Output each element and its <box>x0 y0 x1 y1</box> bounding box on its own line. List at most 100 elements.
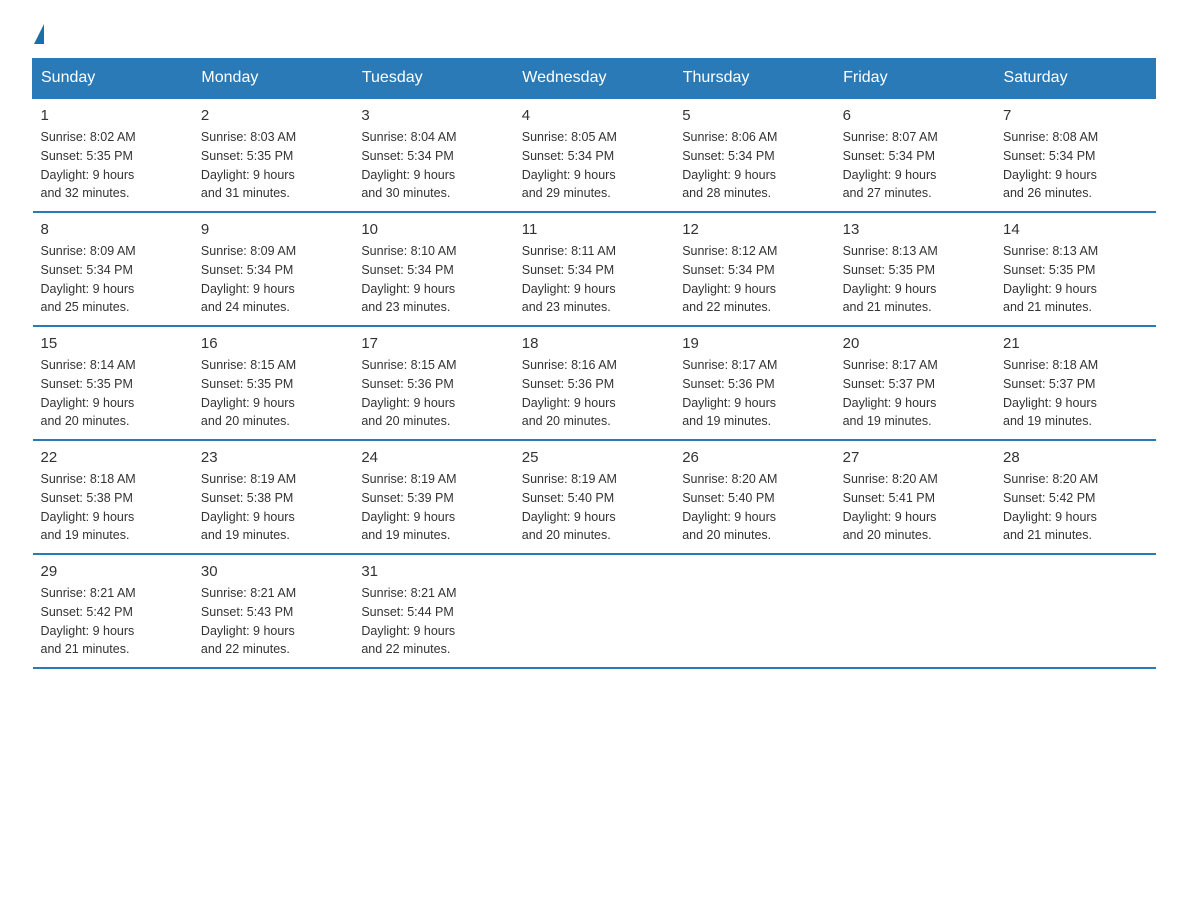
calendar-cell: 31 Sunrise: 8:21 AM Sunset: 5:44 PM Dayl… <box>353 554 513 668</box>
day-info: Sunrise: 8:20 AM Sunset: 5:42 PM Dayligh… <box>1003 470 1147 545</box>
day-number: 28 <box>1003 449 1147 466</box>
column-header-sunday: Sunday <box>33 59 193 99</box>
day-number: 5 <box>682 107 826 124</box>
day-info: Sunrise: 8:17 AM Sunset: 5:36 PM Dayligh… <box>682 356 826 431</box>
calendar-cell: 14 Sunrise: 8:13 AM Sunset: 5:35 PM Dayl… <box>995 212 1155 326</box>
day-info: Sunrise: 8:13 AM Sunset: 5:35 PM Dayligh… <box>843 242 987 317</box>
page-header <box>32 24 1156 40</box>
day-info: Sunrise: 8:08 AM Sunset: 5:34 PM Dayligh… <box>1003 128 1147 203</box>
column-header-tuesday: Tuesday <box>353 59 513 99</box>
day-info: Sunrise: 8:02 AM Sunset: 5:35 PM Dayligh… <box>41 128 185 203</box>
calendar-cell: 9 Sunrise: 8:09 AM Sunset: 5:34 PM Dayli… <box>193 212 353 326</box>
calendar-cell <box>995 554 1155 668</box>
day-number: 12 <box>682 221 826 238</box>
calendar-cell <box>835 554 995 668</box>
day-number: 24 <box>361 449 505 466</box>
calendar-cell: 28 Sunrise: 8:20 AM Sunset: 5:42 PM Dayl… <box>995 440 1155 554</box>
calendar-week-row: 15 Sunrise: 8:14 AM Sunset: 5:35 PM Dayl… <box>33 326 1156 440</box>
day-number: 22 <box>41 449 185 466</box>
column-header-saturday: Saturday <box>995 59 1155 99</box>
day-info: Sunrise: 8:09 AM Sunset: 5:34 PM Dayligh… <box>201 242 345 317</box>
calendar-cell: 25 Sunrise: 8:19 AM Sunset: 5:40 PM Dayl… <box>514 440 674 554</box>
calendar-table: SundayMondayTuesdayWednesdayThursdayFrid… <box>32 58 1156 669</box>
day-info: Sunrise: 8:11 AM Sunset: 5:34 PM Dayligh… <box>522 242 666 317</box>
calendar-cell: 18 Sunrise: 8:16 AM Sunset: 5:36 PM Dayl… <box>514 326 674 440</box>
calendar-cell <box>514 554 674 668</box>
calendar-cell: 7 Sunrise: 8:08 AM Sunset: 5:34 PM Dayli… <box>995 98 1155 212</box>
day-number: 23 <box>201 449 345 466</box>
calendar-week-row: 29 Sunrise: 8:21 AM Sunset: 5:42 PM Dayl… <box>33 554 1156 668</box>
day-info: Sunrise: 8:21 AM Sunset: 5:42 PM Dayligh… <box>41 584 185 659</box>
day-number: 3 <box>361 107 505 124</box>
calendar-cell: 24 Sunrise: 8:19 AM Sunset: 5:39 PM Dayl… <box>353 440 513 554</box>
day-number: 11 <box>522 221 666 238</box>
calendar-week-row: 1 Sunrise: 8:02 AM Sunset: 5:35 PM Dayli… <box>33 98 1156 212</box>
day-number: 25 <box>522 449 666 466</box>
day-info: Sunrise: 8:07 AM Sunset: 5:34 PM Dayligh… <box>843 128 987 203</box>
calendar-cell: 5 Sunrise: 8:06 AM Sunset: 5:34 PM Dayli… <box>674 98 834 212</box>
calendar-cell: 13 Sunrise: 8:13 AM Sunset: 5:35 PM Dayl… <box>835 212 995 326</box>
day-number: 8 <box>41 221 185 238</box>
day-info: Sunrise: 8:14 AM Sunset: 5:35 PM Dayligh… <box>41 356 185 431</box>
day-info: Sunrise: 8:19 AM Sunset: 5:38 PM Dayligh… <box>201 470 345 545</box>
calendar-cell: 1 Sunrise: 8:02 AM Sunset: 5:35 PM Dayli… <box>33 98 193 212</box>
day-number: 13 <box>843 221 987 238</box>
day-number: 7 <box>1003 107 1147 124</box>
day-number: 20 <box>843 335 987 352</box>
day-number: 10 <box>361 221 505 238</box>
calendar-cell: 26 Sunrise: 8:20 AM Sunset: 5:40 PM Dayl… <box>674 440 834 554</box>
day-info: Sunrise: 8:10 AM Sunset: 5:34 PM Dayligh… <box>361 242 505 317</box>
column-header-friday: Friday <box>835 59 995 99</box>
calendar-cell: 30 Sunrise: 8:21 AM Sunset: 5:43 PM Dayl… <box>193 554 353 668</box>
day-info: Sunrise: 8:18 AM Sunset: 5:37 PM Dayligh… <box>1003 356 1147 431</box>
day-number: 14 <box>1003 221 1147 238</box>
day-number: 9 <box>201 221 345 238</box>
day-info: Sunrise: 8:15 AM Sunset: 5:35 PM Dayligh… <box>201 356 345 431</box>
calendar-cell: 8 Sunrise: 8:09 AM Sunset: 5:34 PM Dayli… <box>33 212 193 326</box>
day-number: 27 <box>843 449 987 466</box>
day-info: Sunrise: 8:13 AM Sunset: 5:35 PM Dayligh… <box>1003 242 1147 317</box>
calendar-cell: 20 Sunrise: 8:17 AM Sunset: 5:37 PM Dayl… <box>835 326 995 440</box>
day-number: 18 <box>522 335 666 352</box>
calendar-cell: 10 Sunrise: 8:10 AM Sunset: 5:34 PM Dayl… <box>353 212 513 326</box>
calendar-cell: 11 Sunrise: 8:11 AM Sunset: 5:34 PM Dayl… <box>514 212 674 326</box>
day-number: 16 <box>201 335 345 352</box>
day-info: Sunrise: 8:20 AM Sunset: 5:41 PM Dayligh… <box>843 470 987 545</box>
calendar-header-row: SundayMondayTuesdayWednesdayThursdayFrid… <box>33 59 1156 99</box>
day-number: 4 <box>522 107 666 124</box>
day-info: Sunrise: 8:06 AM Sunset: 5:34 PM Dayligh… <box>682 128 826 203</box>
column-header-monday: Monday <box>193 59 353 99</box>
logo <box>32 24 46 40</box>
day-number: 31 <box>361 563 505 580</box>
day-info: Sunrise: 8:09 AM Sunset: 5:34 PM Dayligh… <box>41 242 185 317</box>
day-number: 26 <box>682 449 826 466</box>
day-info: Sunrise: 8:03 AM Sunset: 5:35 PM Dayligh… <box>201 128 345 203</box>
calendar-cell: 29 Sunrise: 8:21 AM Sunset: 5:42 PM Dayl… <box>33 554 193 668</box>
column-header-wednesday: Wednesday <box>514 59 674 99</box>
calendar-cell: 16 Sunrise: 8:15 AM Sunset: 5:35 PM Dayl… <box>193 326 353 440</box>
day-info: Sunrise: 8:12 AM Sunset: 5:34 PM Dayligh… <box>682 242 826 317</box>
calendar-cell: 3 Sunrise: 8:04 AM Sunset: 5:34 PM Dayli… <box>353 98 513 212</box>
day-info: Sunrise: 8:19 AM Sunset: 5:40 PM Dayligh… <box>522 470 666 545</box>
calendar-cell: 4 Sunrise: 8:05 AM Sunset: 5:34 PM Dayli… <box>514 98 674 212</box>
day-info: Sunrise: 8:21 AM Sunset: 5:44 PM Dayligh… <box>361 584 505 659</box>
day-info: Sunrise: 8:16 AM Sunset: 5:36 PM Dayligh… <box>522 356 666 431</box>
day-info: Sunrise: 8:21 AM Sunset: 5:43 PM Dayligh… <box>201 584 345 659</box>
day-number: 19 <box>682 335 826 352</box>
calendar-cell: 22 Sunrise: 8:18 AM Sunset: 5:38 PM Dayl… <box>33 440 193 554</box>
calendar-cell <box>674 554 834 668</box>
calendar-week-row: 22 Sunrise: 8:18 AM Sunset: 5:38 PM Dayl… <box>33 440 1156 554</box>
calendar-week-row: 8 Sunrise: 8:09 AM Sunset: 5:34 PM Dayli… <box>33 212 1156 326</box>
day-info: Sunrise: 8:18 AM Sunset: 5:38 PM Dayligh… <box>41 470 185 545</box>
day-info: Sunrise: 8:05 AM Sunset: 5:34 PM Dayligh… <box>522 128 666 203</box>
day-info: Sunrise: 8:15 AM Sunset: 5:36 PM Dayligh… <box>361 356 505 431</box>
calendar-cell: 2 Sunrise: 8:03 AM Sunset: 5:35 PM Dayli… <box>193 98 353 212</box>
calendar-cell: 19 Sunrise: 8:17 AM Sunset: 5:36 PM Dayl… <box>674 326 834 440</box>
calendar-cell: 23 Sunrise: 8:19 AM Sunset: 5:38 PM Dayl… <box>193 440 353 554</box>
day-number: 15 <box>41 335 185 352</box>
calendar-cell: 21 Sunrise: 8:18 AM Sunset: 5:37 PM Dayl… <box>995 326 1155 440</box>
calendar-cell: 17 Sunrise: 8:15 AM Sunset: 5:36 PM Dayl… <box>353 326 513 440</box>
column-header-thursday: Thursday <box>674 59 834 99</box>
calendar-cell: 12 Sunrise: 8:12 AM Sunset: 5:34 PM Dayl… <box>674 212 834 326</box>
logo-triangle-icon <box>34 24 44 44</box>
